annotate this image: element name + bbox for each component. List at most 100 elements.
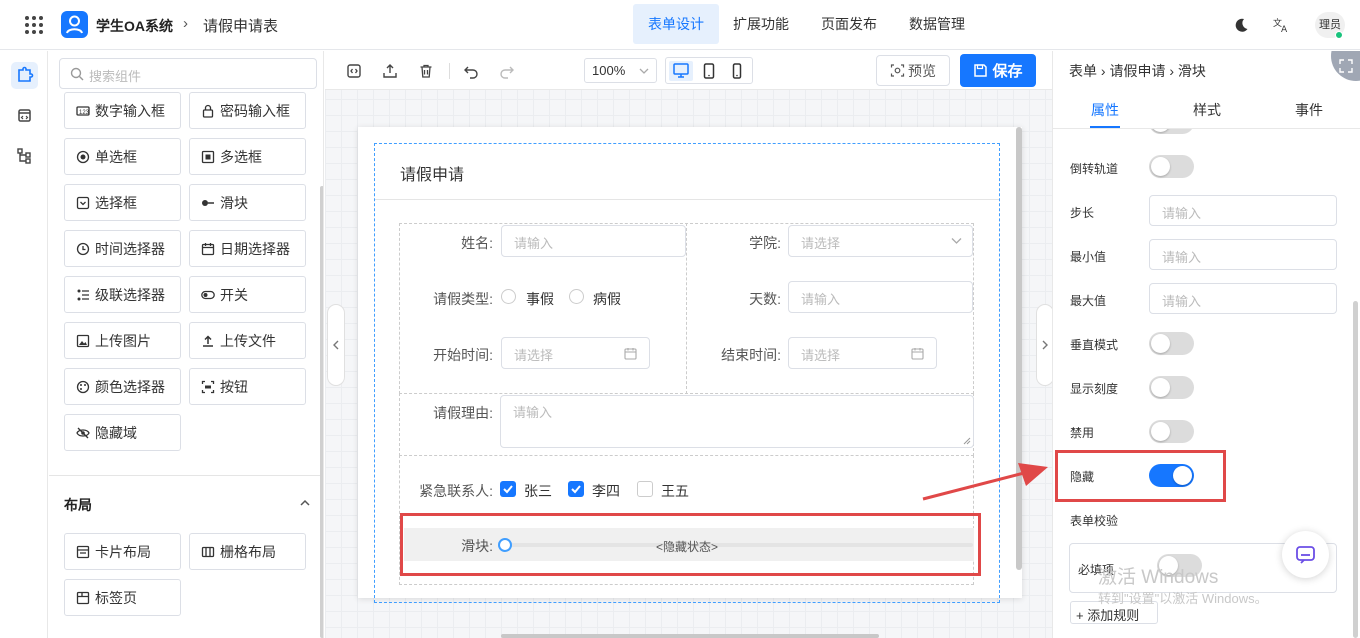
component-radio[interactable]: 单选框 bbox=[64, 138, 181, 175]
component-slider[interactable]: 滑块 bbox=[189, 184, 306, 221]
step-label: 步长 bbox=[1070, 206, 1095, 220]
check-icon bbox=[503, 485, 513, 494]
rail-tree[interactable] bbox=[11, 142, 38, 169]
component-checkbox[interactable]: 多选框 bbox=[189, 138, 306, 175]
component-button[interactable]: 按钮 bbox=[189, 368, 306, 405]
search-placeholder: 搜索组件 bbox=[89, 69, 142, 84]
checkbox-lisi[interactable] bbox=[568, 481, 584, 497]
code-window-icon bbox=[18, 109, 31, 122]
step-input[interactable]: 请输入 bbox=[1149, 195, 1337, 226]
panel-scrollbar[interactable] bbox=[320, 186, 323, 638]
component-hidden-field[interactable]: 隐藏域 bbox=[64, 414, 181, 451]
active-tab-indicator bbox=[1090, 126, 1120, 128]
component-time-picker[interactable]: 时间选择器 bbox=[64, 230, 181, 267]
name-input[interactable]: 请输入 bbox=[501, 225, 686, 257]
leave-type-label: 请假类型: bbox=[433, 291, 493, 307]
show-ticks-switch[interactable] bbox=[1149, 376, 1194, 399]
select-icon bbox=[76, 196, 90, 209]
disabled-switch[interactable] bbox=[1149, 420, 1194, 443]
tabs-icon bbox=[76, 591, 90, 604]
rail-code[interactable] bbox=[11, 102, 38, 129]
component-tabs[interactable]: 标签页 bbox=[64, 579, 181, 616]
contacts-label: 紧急联系人: bbox=[419, 483, 493, 499]
min-label: 最小值 bbox=[1070, 250, 1107, 264]
device-mobile[interactable] bbox=[725, 61, 749, 81]
radio-sick-leave[interactable] bbox=[569, 289, 584, 304]
tab-data-management[interactable]: 数据管理 bbox=[896, 4, 978, 44]
tab-extensions[interactable]: 扩展功能 bbox=[720, 4, 802, 44]
checkbox-zhangsan[interactable] bbox=[500, 481, 516, 497]
grid-layout-icon bbox=[201, 546, 215, 557]
phone-icon bbox=[732, 63, 742, 79]
device-tablet[interactable] bbox=[697, 61, 721, 81]
max-input[interactable]: 请输入 bbox=[1149, 283, 1337, 314]
redo-icon[interactable] bbox=[499, 63, 515, 79]
fullscreen-corner-button[interactable] bbox=[1331, 51, 1360, 81]
component-card-layout[interactable]: 卡片布局 bbox=[64, 533, 181, 570]
translate-icon[interactable]: 文A bbox=[1273, 17, 1289, 33]
rail-components[interactable] bbox=[11, 62, 38, 89]
monitor-icon bbox=[673, 63, 689, 78]
property-panel-scrollbar[interactable] bbox=[1353, 301, 1358, 638]
moon-icon[interactable] bbox=[1233, 17, 1249, 33]
checkbox-lisi-label: 李四 bbox=[592, 483, 620, 499]
tab-publish[interactable]: 页面发布 bbox=[808, 4, 890, 44]
end-time-picker[interactable]: 请选择 bbox=[788, 337, 937, 369]
tablet-icon bbox=[703, 63, 715, 79]
component-upload-file[interactable]: 上传文件 bbox=[189, 322, 306, 359]
user-logo-icon bbox=[61, 11, 88, 38]
component-cascader[interactable]: 级联选择器 bbox=[64, 276, 181, 313]
canvas-horizontal-scrollbar[interactable] bbox=[501, 634, 879, 638]
component-number-input[interactable]: 123 数字输入框 bbox=[64, 92, 181, 129]
save-button[interactable]: 保存 bbox=[960, 54, 1036, 87]
toolbar-separator bbox=[449, 63, 450, 79]
chat-float-button[interactable] bbox=[1282, 531, 1329, 578]
undo-icon[interactable] bbox=[463, 63, 479, 79]
device-desktop[interactable] bbox=[669, 61, 693, 81]
zoom-select[interactable]: 100% bbox=[584, 58, 657, 83]
tab-form-design[interactable]: 表单设计 bbox=[633, 4, 719, 44]
tab-events[interactable]: 事件 bbox=[1279, 100, 1339, 120]
chevron-up-icon[interactable] bbox=[299, 497, 311, 509]
component-upload-image[interactable]: 上传图片 bbox=[64, 322, 181, 359]
radio-personal-leave[interactable] bbox=[501, 289, 516, 304]
check-icon bbox=[571, 485, 581, 494]
chevron-right-icon bbox=[1042, 340, 1048, 350]
days-input[interactable]: 请输入 bbox=[788, 281, 973, 313]
reverse-track-switch[interactable] bbox=[1149, 155, 1194, 178]
avatar-status-dot bbox=[1335, 31, 1343, 39]
apps-grid-icon[interactable] bbox=[24, 15, 44, 35]
reason-textarea[interactable]: 请输入 bbox=[500, 395, 974, 448]
checkbox-wangwu[interactable] bbox=[637, 481, 653, 497]
college-select[interactable]: 请选择 bbox=[788, 225, 973, 257]
expand-icon bbox=[1339, 59, 1353, 73]
save-icon bbox=[974, 64, 988, 77]
vertical-mode-switch[interactable] bbox=[1149, 332, 1194, 355]
switch-icon bbox=[201, 290, 215, 299]
search-icon bbox=[70, 67, 84, 81]
component-password-input[interactable]: 密码输入框 bbox=[189, 92, 306, 129]
calendar-icon bbox=[911, 348, 924, 360]
tab-properties[interactable]: 属性 bbox=[1075, 100, 1135, 120]
component-select[interactable]: 选择框 bbox=[64, 184, 181, 221]
trash-icon[interactable] bbox=[418, 63, 434, 79]
property-breadcrumb: 表单 › 请假申请 › 滑块 bbox=[1069, 63, 1206, 79]
vertical-mode-label: 垂直模式 bbox=[1070, 338, 1119, 352]
min-input[interactable]: 请输入 bbox=[1149, 239, 1337, 270]
component-switch[interactable]: 开关 bbox=[189, 276, 306, 313]
search-input[interactable]: 搜索组件 bbox=[59, 58, 317, 89]
component-grid-layout[interactable]: 栅格布局 bbox=[189, 533, 306, 570]
export-icon[interactable] bbox=[382, 63, 398, 79]
component-color-picker[interactable]: 颜色选择器 bbox=[64, 368, 181, 405]
grid-column-divider bbox=[686, 223, 687, 394]
tab-divider bbox=[1053, 128, 1360, 129]
checkbox-wangwu-label: 王五 bbox=[661, 483, 689, 499]
component-date-picker[interactable]: 日期选择器 bbox=[189, 230, 306, 267]
tab-styles[interactable]: 样式 bbox=[1177, 100, 1237, 120]
code-icon[interactable] bbox=[346, 63, 362, 79]
start-time-picker[interactable]: 请选择 bbox=[501, 337, 650, 369]
checkbox-icon bbox=[201, 150, 215, 163]
preview-button[interactable]: 预览 bbox=[876, 55, 950, 86]
collapse-left-panel-button[interactable] bbox=[327, 304, 345, 386]
name-label: 姓名: bbox=[461, 235, 493, 251]
